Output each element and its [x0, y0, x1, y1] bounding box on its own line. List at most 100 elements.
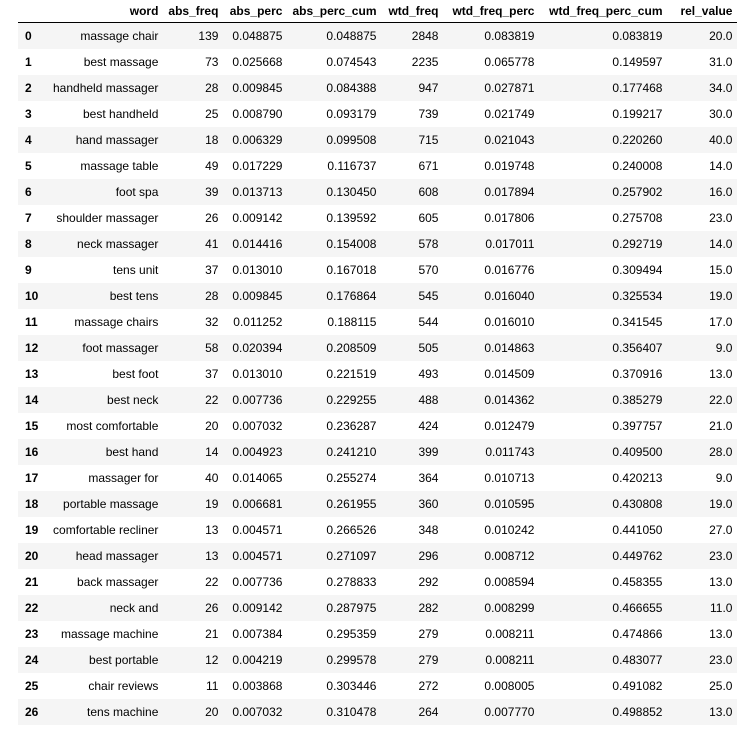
cell-rel-value: 23.0	[709, 652, 733, 667]
cell-word: best tens	[109, 288, 159, 303]
cell-wtd-freq-perc: 0.016010	[484, 314, 535, 329]
cell-abs-perc-cum: 0.154008	[326, 236, 377, 251]
row-index: 0	[25, 28, 32, 43]
cell-word: best portable	[89, 652, 159, 667]
cell-wtd-freq: 544	[418, 314, 439, 329]
cell-wtd-freq-perc: 0.008299	[484, 600, 535, 615]
table-row: 7 shoulder massager 26 0.009142 0.139592 605 0…	[18, 204, 738, 231]
cell-abs-perc: 0.009845	[232, 80, 283, 95]
cell-word: best hand	[105, 444, 159, 459]
cell-rel-value: 30.0	[709, 106, 733, 121]
cell-wtd-freq-perc: 0.017806	[484, 210, 535, 225]
cell-abs-perc-cum: 0.310478	[326, 704, 377, 719]
cell-wtd-freq-perc-cum: 0.083819	[612, 28, 663, 43]
column-header-word: word	[48, 0, 164, 23]
cell-wtd-freq: 715	[418, 132, 439, 147]
cell-wtd-freq-perc: 0.016040	[484, 288, 535, 303]
cell-abs-freq: 73	[205, 54, 219, 69]
cell-word: foot spa	[115, 184, 159, 199]
cell-rel-value: 19.0	[709, 496, 733, 511]
row-index: 9	[25, 262, 32, 277]
cell-wtd-freq: 399	[418, 444, 439, 459]
cell-wtd-freq-perc-cum: 0.177468	[612, 80, 663, 95]
row-index: 8	[25, 236, 32, 251]
cell-word: neck and	[109, 600, 159, 615]
row-index: 16	[25, 444, 39, 459]
cell-abs-perc: 0.013010	[232, 366, 283, 381]
cell-wtd-freq-perc-cum: 0.275708	[612, 210, 663, 225]
cell-wtd-freq: 264	[418, 704, 439, 719]
cell-abs-freq: 28	[205, 288, 219, 303]
cell-abs-perc: 0.008790	[232, 106, 283, 121]
cell-abs-freq: 22	[205, 574, 219, 589]
cell-rel-value: 15.0	[709, 262, 733, 277]
cell-wtd-freq: 605	[418, 210, 439, 225]
cell-abs-freq: 37	[205, 262, 219, 277]
header-row: word abs_freq abs_perc abs_perc_cum wtd_freq…	[18, 0, 738, 23]
cell-abs-perc-cum: 0.278833	[326, 574, 377, 589]
cell-abs-perc-cum: 0.261955	[326, 496, 377, 511]
cell-abs-perc: 0.007032	[232, 704, 283, 719]
index-header	[18, 0, 48, 23]
cell-wtd-freq: 608	[418, 184, 439, 199]
row-index: 15	[25, 418, 39, 433]
cell-wtd-freq-perc: 0.065778	[484, 54, 535, 69]
cell-word: most comfortable	[66, 418, 159, 433]
cell-rel-value: 19.0	[709, 288, 733, 303]
cell-abs-perc: 0.006681	[232, 496, 283, 511]
table-row: 3 best handheld 25 0.008790 0.093179 739 0.021…	[18, 100, 738, 127]
cell-abs-freq: 13	[205, 522, 219, 537]
cell-wtd-freq: 296	[418, 548, 439, 563]
cell-abs-perc-cum: 0.074543	[326, 54, 377, 69]
cell-abs-freq: 26	[205, 210, 219, 225]
cell-wtd-freq: 2848	[411, 28, 439, 43]
cell-word: best massage	[83, 54, 159, 69]
cell-wtd-freq: 2235	[411, 54, 439, 69]
table-row: 13 best foot 37 0.013010 0.221519 493 0.014509…	[18, 360, 738, 387]
cell-rel-value: 14.0	[709, 158, 733, 173]
table-row: 20 head massager 13 0.004571 0.271097 296 0.00…	[18, 542, 738, 569]
cell-wtd-freq-perc: 0.083819	[484, 28, 535, 43]
cell-wtd-freq-perc-cum: 0.199217	[612, 106, 663, 121]
row-index: 20	[25, 548, 39, 563]
table-row: 9 tens unit 37 0.013010 0.167018 570 0.016776 0…	[18, 256, 738, 283]
cell-wtd-freq: 348	[418, 522, 439, 537]
cell-abs-perc: 0.020394	[232, 340, 283, 355]
cell-abs-perc-cum: 0.093179	[326, 106, 377, 121]
cell-abs-freq: 58	[205, 340, 219, 355]
cell-abs-perc: 0.009142	[232, 210, 283, 225]
cell-wtd-freq-perc-cum: 0.292719	[612, 236, 663, 251]
cell-abs-perc-cum: 0.236287	[326, 418, 377, 433]
cell-abs-perc: 0.013713	[232, 184, 283, 199]
table-row: 26 tens machine 20 0.007032 0.310478 264 0.007…	[18, 698, 738, 725]
cell-word: back massager	[77, 574, 159, 589]
cell-abs-freq: 19	[205, 496, 219, 511]
row-index: 5	[25, 158, 32, 173]
cell-abs-perc: 0.014065	[232, 470, 283, 485]
row-index: 17	[25, 470, 39, 485]
cell-wtd-freq: 364	[418, 470, 439, 485]
column-header-rel-value: rel_value	[667, 0, 738, 23]
cell-wtd-freq-perc: 0.016776	[484, 262, 535, 277]
cell-abs-freq: 22	[205, 392, 219, 407]
cell-wtd-freq: 570	[418, 262, 439, 277]
cell-word: shoulder massager	[56, 210, 159, 225]
column-header-wtd-freq-perc-cum: wtd_freq_perc_cum	[539, 0, 668, 23]
cell-rel-value: 14.0	[709, 236, 733, 251]
cell-abs-freq: 32	[205, 314, 219, 329]
cell-wtd-freq-perc: 0.017011	[485, 236, 535, 251]
table-row: 6 foot spa 39 0.013713 0.130450 608 0.017894 0.…	[18, 178, 738, 205]
cell-abs-perc: 0.011252	[233, 314, 283, 329]
cell-word: neck massager	[77, 236, 159, 251]
cell-rel-value: 25.0	[709, 678, 733, 693]
cell-abs-freq: 49	[205, 158, 219, 173]
cell-wtd-freq-perc: 0.008594	[484, 574, 535, 589]
cell-wtd-freq-perc: 0.017894	[484, 184, 535, 199]
cell-wtd-freq-perc: 0.014362	[484, 392, 535, 407]
cell-word: head massager	[75, 548, 159, 563]
cell-abs-perc: 0.004923	[232, 444, 283, 459]
cell-wtd-freq-perc-cum: 0.240008	[612, 158, 663, 173]
cell-wtd-freq-perc: 0.019748	[484, 158, 535, 173]
cell-wtd-freq: 282	[418, 600, 439, 615]
row-index: 4	[25, 132, 32, 147]
